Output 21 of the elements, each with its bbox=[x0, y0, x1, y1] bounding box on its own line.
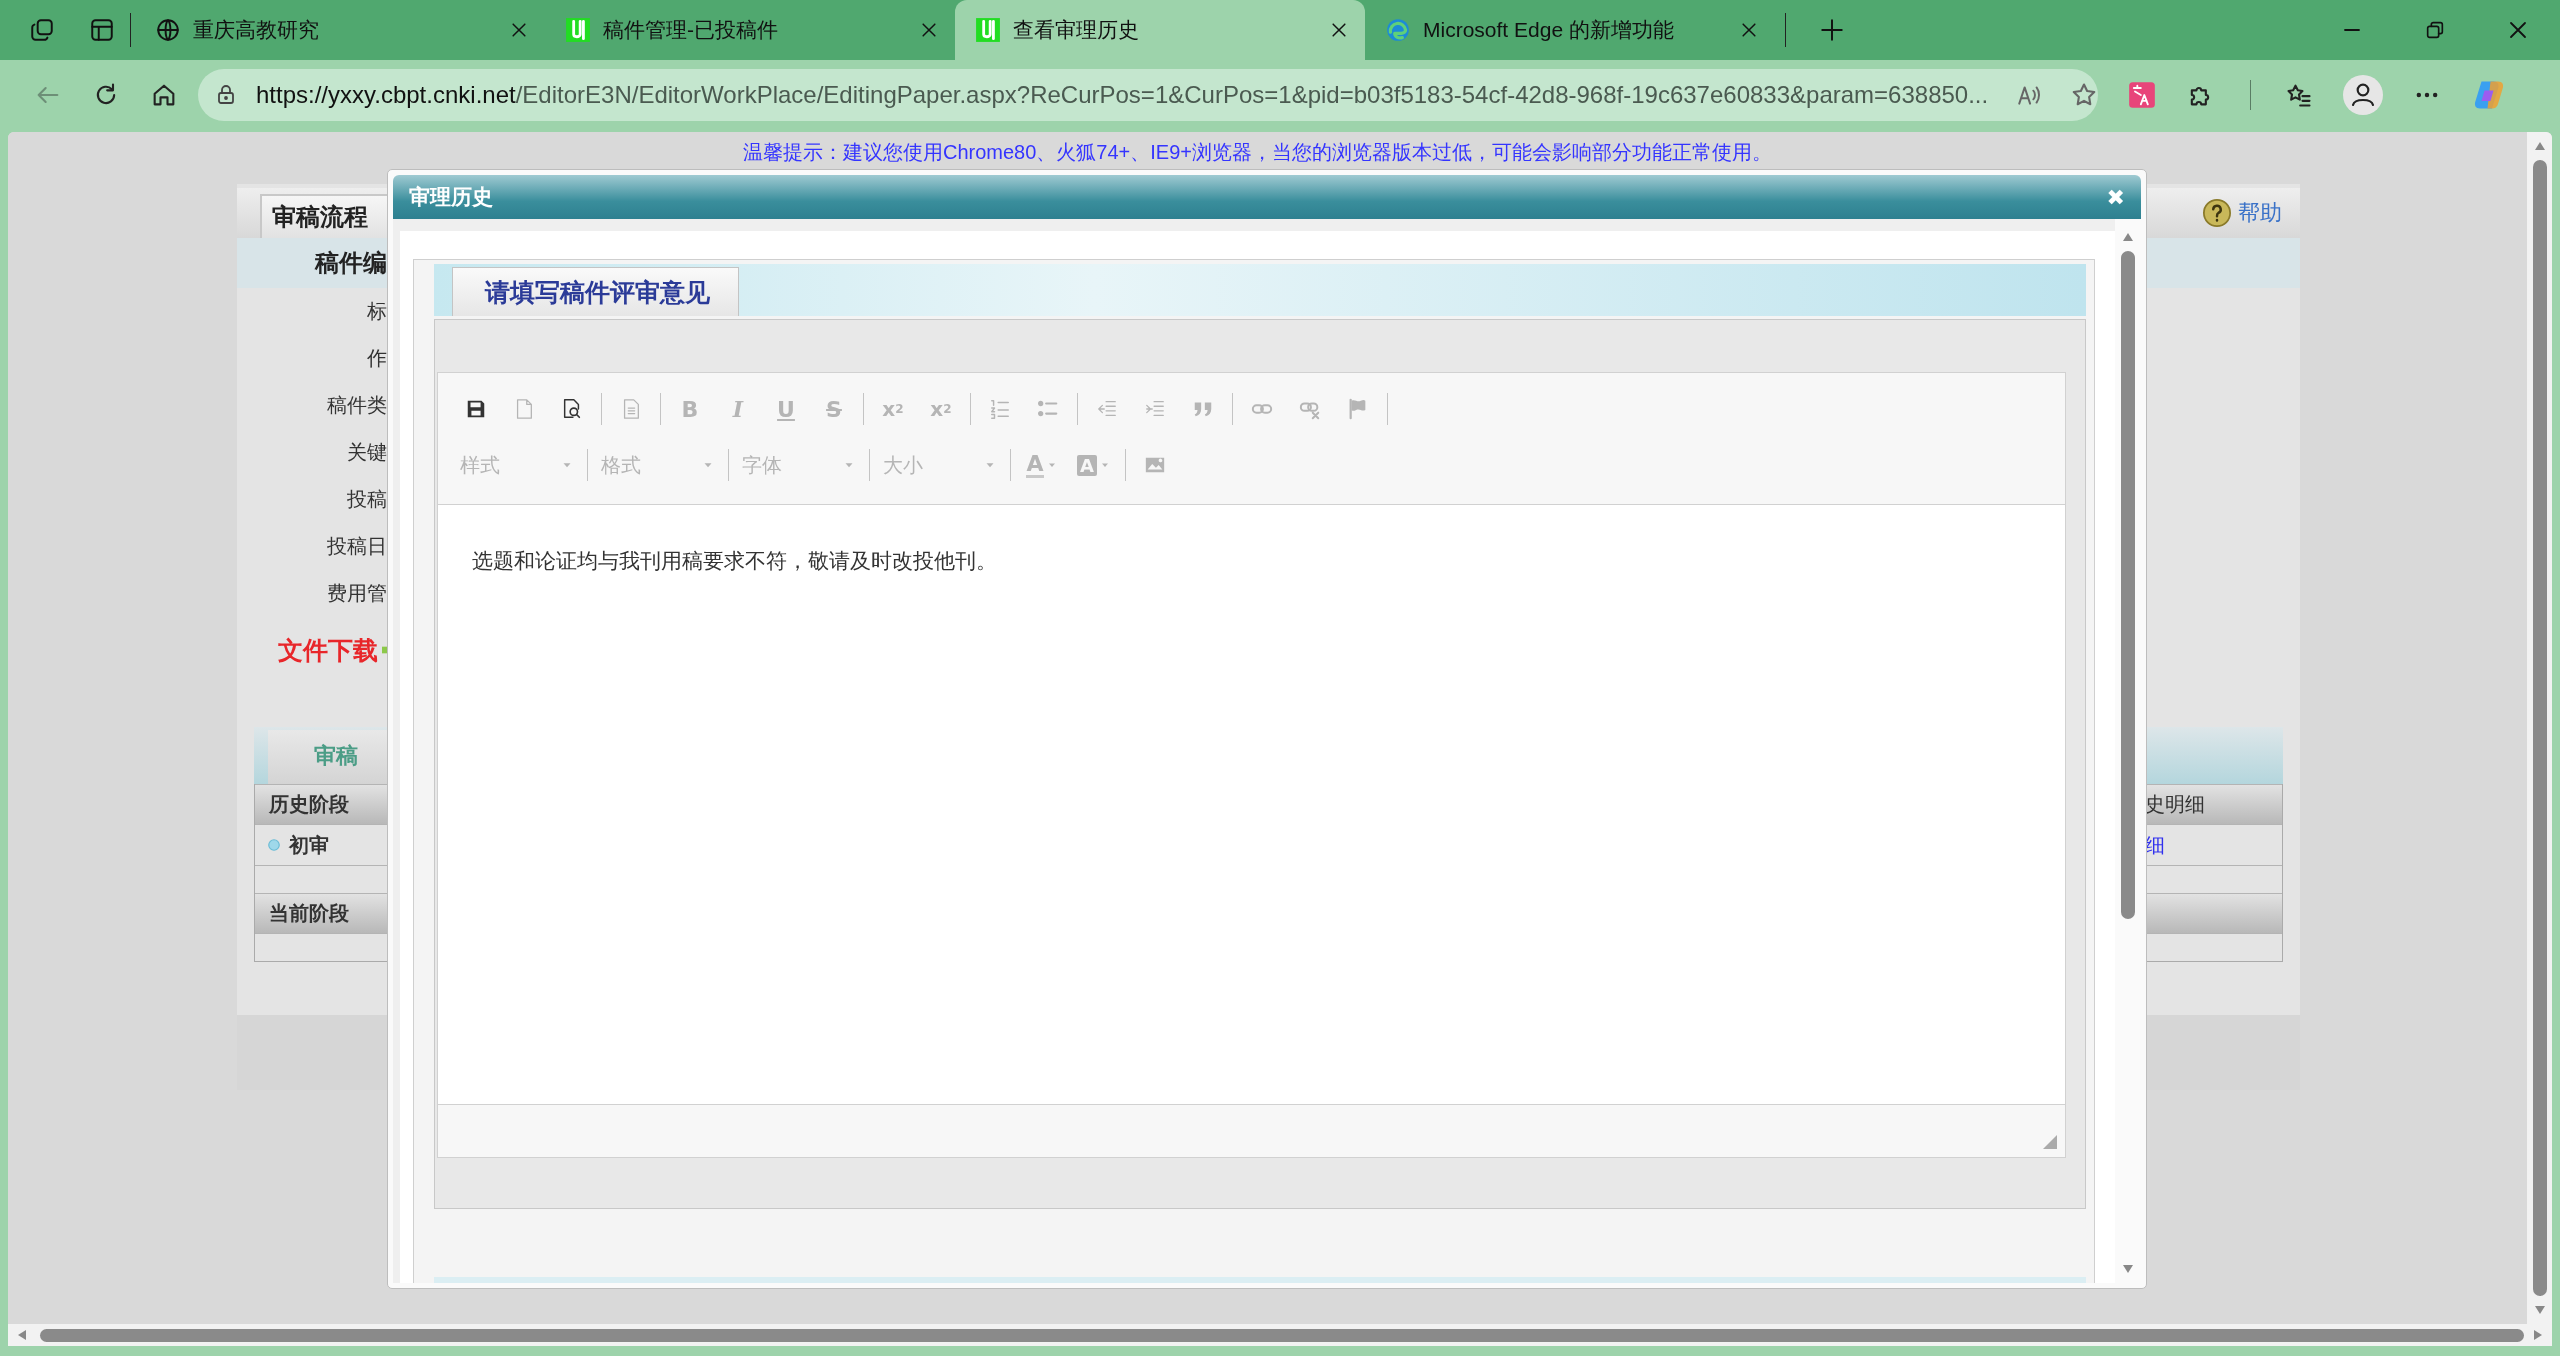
tab-title: Microsoft Edge 的新增功能 bbox=[1423, 17, 1675, 43]
url-text: https://yxxy.cbpt.cnki.net/EditorE3N/EditorWorkPlace/EditingPaper.aspx?ReCurPos=1&CurPos=1&pid=b03f5183-54cf-42d8-968f-19c637e60833&param=638850... bbox=[256, 81, 1989, 109]
field-label: 关键 bbox=[346, 440, 387, 465]
field-label: 稿件类 bbox=[326, 393, 387, 418]
notice-text: 温馨提示：建议您使用Chrome80、火狐74+、IE9+浏览器，当您的浏览器版本过低，可能会影响部分功能正常使用。 bbox=[742, 140, 1773, 165]
download-heading: 文件下载 bbox=[278, 634, 378, 666]
table-header: 历史阶段 bbox=[255, 784, 389, 824]
tab-title: 稿件管理-已投稿件 bbox=[603, 17, 779, 43]
field-label: 稿件编 bbox=[313, 248, 387, 278]
table-cell-text: 初审 bbox=[289, 832, 329, 858]
field-label: 费用管 bbox=[326, 581, 387, 606]
tab-title: 重庆高教研究 bbox=[193, 17, 320, 43]
field-label: 投稿 bbox=[346, 487, 387, 512]
tab-title: 查看审理历史 bbox=[1013, 17, 1140, 43]
table-header: 当前阶段 bbox=[255, 893, 389, 933]
field-label: 标 bbox=[366, 299, 387, 324]
dialog-title: 审理历史 bbox=[409, 184, 494, 210]
field-label: 作 bbox=[366, 346, 387, 371]
table-header: 史明细 bbox=[2145, 792, 2205, 817]
field-label: 投稿日 bbox=[326, 534, 387, 559]
editor-text: 选题和论证均与我刊用稿要求不符，敬请及时改投他刊。 bbox=[472, 548, 998, 574]
